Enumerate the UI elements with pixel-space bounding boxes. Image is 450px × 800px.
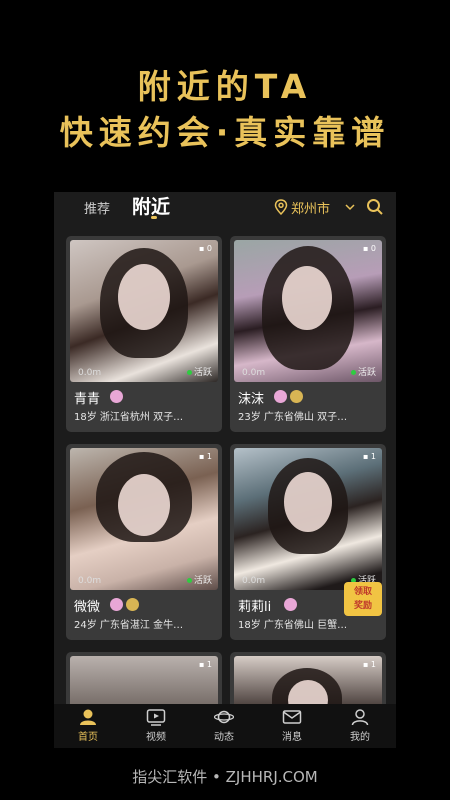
distance-label: 0.0m xyxy=(78,368,102,378)
tab-nearby[interactable]: 附近 xyxy=(132,192,170,219)
tab-recommend[interactable]: 推荐 xyxy=(84,198,110,217)
user-card[interactable]: ▪ 1 0.0m 活跃 微微 24岁 广东省湛江 金牛… xyxy=(66,444,222,640)
nav-label: 视频 xyxy=(146,732,166,743)
card-meta: 微微 24岁 广东省湛江 金牛… xyxy=(66,590,222,636)
active-status: 活跃 xyxy=(187,573,212,586)
location-icon[interactable] xyxy=(274,199,288,215)
nav-label: 动态 xyxy=(214,732,234,743)
nav-label: 消息 xyxy=(282,732,302,743)
user-name: 青青 xyxy=(74,392,101,407)
badge-group xyxy=(110,390,123,403)
video-count-icon: ▪ 0 xyxy=(198,244,212,253)
distance-label: 0.0m xyxy=(78,576,102,586)
active-status: 活跃 xyxy=(187,365,212,378)
badge-group xyxy=(284,598,297,611)
planet-icon xyxy=(214,710,234,724)
user-info: 18岁 浙江省杭州 双子… xyxy=(74,412,184,423)
user-card[interactable]: ▪ 1 xyxy=(230,652,386,712)
top-bar: 推荐 附近 郑州市 xyxy=(54,192,396,228)
search-icon[interactable] xyxy=(366,198,384,216)
active-tab-indicator xyxy=(151,216,157,219)
message-icon xyxy=(282,710,302,724)
video-count-icon: ▪ 1 xyxy=(198,660,212,669)
nav-moments[interactable]: 动态 xyxy=(196,708,252,743)
video-count-icon: ▪ 1 xyxy=(362,660,376,669)
nav-profile[interactable]: 我的 xyxy=(332,708,388,743)
user-card[interactable]: ▪ 1 xyxy=(66,652,222,712)
nav-messages[interactable]: 消息 xyxy=(264,708,320,743)
user-photo: ▪ 1 0.0m 活跃 xyxy=(234,448,382,590)
watermark-footer: 指尖汇软件 • ZJHHRJ.COM xyxy=(132,768,318,786)
active-status: 活跃 xyxy=(351,365,376,378)
city-selector[interactable]: 郑州市 xyxy=(291,198,330,217)
video-count-icon: ▪ 0 xyxy=(362,244,376,253)
user-name: 莉莉li xyxy=(238,600,272,615)
heart-badge-icon xyxy=(110,390,123,403)
user-photo: ▪ 0 0.0m 活跃 xyxy=(70,240,218,382)
badge-group xyxy=(110,598,139,611)
distance-label: 0.0m xyxy=(242,368,266,378)
bottom-nav: 首页 视频 动态 消息 我的 xyxy=(54,704,396,748)
profile-icon xyxy=(351,709,369,726)
heart-badge-icon xyxy=(274,390,287,403)
card-meta: 沫沫 23岁 广东省佛山 双子… xyxy=(230,382,386,428)
vip-badge-icon xyxy=(126,598,139,611)
user-info: 24岁 广东省湛江 金牛… xyxy=(74,620,184,631)
app-screen: 推荐 附近 郑州市 ▪ 0 0.0m 活跃 青青 18岁 浙江省杭州 双子… ▪… xyxy=(54,192,396,748)
promo-subheadline: 快速约会·真实靠谱 xyxy=(59,113,391,152)
video-count-icon: ▪ 1 xyxy=(198,452,212,461)
heart-badge-icon xyxy=(284,598,297,611)
user-info: 18岁 广东省佛山 巨蟹… xyxy=(238,620,348,631)
vip-badge-icon xyxy=(290,390,303,403)
user-name: 沫沫 xyxy=(238,392,265,407)
nav-label: 首页 xyxy=(78,732,98,743)
user-card[interactable]: ▪ 0 0.0m 活跃 青青 18岁 浙江省杭州 双子… xyxy=(66,236,222,432)
distance-label: 0.0m xyxy=(242,576,266,586)
card-meta: 莉莉li 18岁 广东省佛山 巨蟹… xyxy=(230,590,386,636)
badge-group xyxy=(274,390,303,403)
home-icon xyxy=(80,709,96,725)
nav-video[interactable]: 视频 xyxy=(128,708,184,743)
nav-home[interactable]: 首页 xyxy=(60,708,116,743)
user-photo: ▪ 0 0.0m 活跃 xyxy=(234,240,382,382)
video-icon xyxy=(146,709,166,726)
user-card[interactable]: ▪ 1 0.0m 活跃 领取 奖励 莉莉li 18岁 广东省佛山 巨蟹… xyxy=(230,444,386,640)
heart-badge-icon xyxy=(110,598,123,611)
user-photo: ▪ 1 0.0m 活跃 xyxy=(70,448,218,590)
user-card[interactable]: ▪ 0 0.0m 活跃 沫沫 23岁 广东省佛山 双子… xyxy=(230,236,386,432)
nav-label: 我的 xyxy=(350,732,370,743)
promo-headline: 附近的TA xyxy=(137,67,313,106)
card-meta: 青青 18岁 浙江省杭州 双子… xyxy=(66,382,222,428)
user-info: 23岁 广东省佛山 双子… xyxy=(238,412,348,423)
user-name: 微微 xyxy=(74,600,101,615)
chevron-down-icon[interactable] xyxy=(344,202,356,212)
video-count-icon: ▪ 1 xyxy=(362,452,376,461)
promo-banner: 附近的TA 快速约会·真实靠谱 xyxy=(0,0,450,190)
